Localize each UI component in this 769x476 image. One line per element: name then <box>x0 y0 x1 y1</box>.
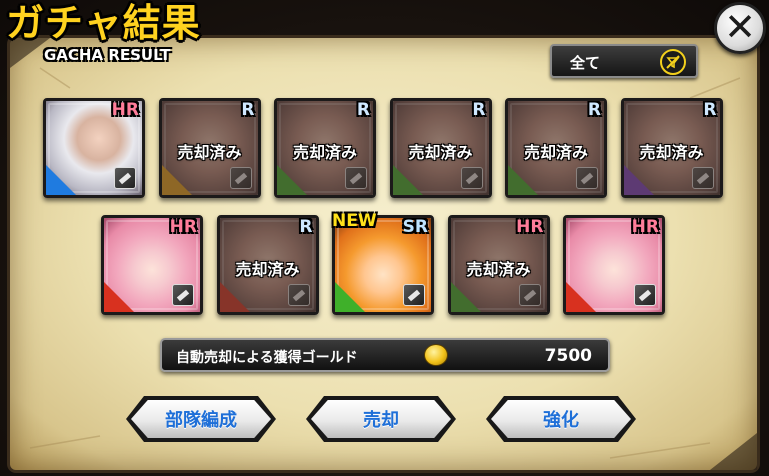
filter-disabled-icon <box>660 49 686 75</box>
sold-label: 売却済み <box>523 143 588 162</box>
sold-label: 売却済み <box>292 143 357 162</box>
element-blue-icon <box>46 165 76 195</box>
rarity-badge: R <box>299 217 313 237</box>
element-green-icon <box>335 282 365 312</box>
rarity-badge: HR <box>631 217 659 237</box>
sold-label: 売却済み <box>639 143 704 162</box>
rarity-badge: HR <box>169 217 197 237</box>
title-block: ガチャ結果 GACHA RESULT <box>0 0 260 70</box>
gold-label: 自動売却による獲得ゴールド <box>176 350 358 366</box>
close-icon: ✕ <box>724 5 756 49</box>
gacha-card[interactable]: 売却済み R <box>505 98 607 198</box>
gacha-card[interactable]: 売却済み R <box>158 98 261 198</box>
gacha-card[interactable]: 売却済み R <box>389 98 492 198</box>
rarity-badge: R <box>587 100 601 120</box>
gacha-card[interactable]: 売却済み HR <box>447 215 550 315</box>
gacha-card[interactable]: 売却済み R <box>274 98 376 198</box>
sell-label: 売却 <box>363 410 399 431</box>
weapon-icon <box>634 284 656 306</box>
gold-value: 7500 <box>544 346 592 366</box>
rarity-badge: R <box>356 100 370 120</box>
weapon-icon <box>114 167 136 189</box>
rarity-badge: SR <box>402 217 428 237</box>
gacha-card[interactable]: HR <box>43 98 145 198</box>
enhance-button[interactable]: 強化 <box>486 396 636 442</box>
team-formation-button[interactable]: 部隊編成 <box>126 396 276 442</box>
gold-summary: 自動売却による獲得ゴールド 7500 <box>160 338 610 372</box>
gacha-card[interactable]: HR <box>563 215 665 315</box>
element-red-icon <box>104 282 134 312</box>
gacha-card[interactable]: 売却済み R <box>620 98 723 198</box>
filter-select[interactable]: 全て <box>550 44 698 78</box>
sell-button[interactable]: 売却 <box>306 396 456 442</box>
gacha-card[interactable]: 売却済み R <box>216 215 319 315</box>
sold-label: 売却済み <box>177 143 242 162</box>
rarity-badge: HR <box>111 100 139 120</box>
element-red-icon <box>566 282 596 312</box>
title-en: GACHA RESULT <box>44 46 171 64</box>
filter-label: 全て <box>570 54 601 72</box>
close-button[interactable]: ✕ <box>714 2 766 54</box>
weapon-icon <box>172 284 194 306</box>
team-formation-label: 部隊編成 <box>165 410 237 431</box>
enhance-label: 強化 <box>543 410 579 431</box>
gold-coin-icon <box>424 344 448 366</box>
new-badge: NEW <box>332 211 377 231</box>
rarity-badge: R <box>472 100 486 120</box>
sold-label: 売却済み <box>466 260 531 279</box>
sold-label: 売却済み <box>235 260 300 279</box>
rarity-badge: R <box>703 100 717 120</box>
title-jp: ガチャ結果 <box>6 1 201 45</box>
gacha-card[interactable]: HR <box>101 215 203 315</box>
rarity-badge: R <box>241 100 255 120</box>
sold-label: 売却済み <box>408 143 473 162</box>
rarity-badge: HR <box>516 217 544 237</box>
weapon-icon <box>403 284 425 306</box>
